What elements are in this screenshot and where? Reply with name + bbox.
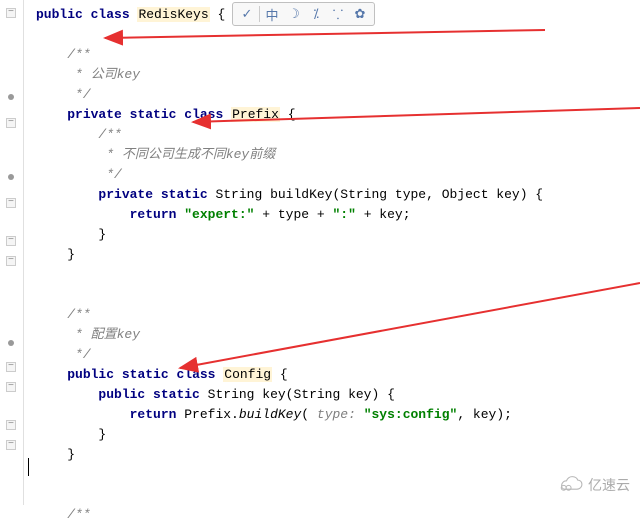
watermark-text: 亿速云 xyxy=(588,475,630,495)
code-line xyxy=(28,25,640,45)
code-line: } xyxy=(28,425,640,445)
fold-marker[interactable]: − xyxy=(4,196,18,210)
code-line: public static String key(String key) { xyxy=(28,385,640,405)
code-line xyxy=(28,465,640,485)
code-line: /** xyxy=(28,305,640,325)
code-line: /** xyxy=(28,45,640,65)
separator xyxy=(259,6,260,22)
code-line: return Prefix.buildKey( type: "sys:confi… xyxy=(28,405,640,425)
editor-toolbar: ✓ 中 ☽ ⁒ ⸪ ✿ xyxy=(232,2,375,26)
fold-marker[interactable]: − xyxy=(4,438,18,452)
code-line: * 公司key xyxy=(28,65,640,85)
fold-marker[interactable] xyxy=(4,336,18,350)
fold-marker[interactable] xyxy=(4,170,18,184)
fold-marker[interactable]: − xyxy=(4,380,18,394)
code-line: * 不同公司生成不同key前缀 xyxy=(28,145,640,165)
fold-marker[interactable]: − xyxy=(4,234,18,248)
code-line: * 配置key xyxy=(28,325,640,345)
code-line: } xyxy=(28,245,640,265)
code-line: } xyxy=(28,225,640,245)
cloud-icon xyxy=(556,476,584,494)
fold-marker[interactable]: − xyxy=(4,418,18,432)
code-line xyxy=(28,285,640,305)
fold-marker[interactable]: − xyxy=(4,6,18,20)
translate-icon[interactable]: 中 xyxy=(262,4,282,24)
fold-marker[interactable]: − xyxy=(4,360,18,374)
code-line: private static class Prefix { xyxy=(28,105,640,125)
code-line: /** xyxy=(28,505,640,525)
code-line xyxy=(28,485,640,505)
text-cursor xyxy=(28,458,36,476)
percent-icon[interactable]: ⁒ xyxy=(306,4,326,24)
people-icon[interactable]: ⸪ xyxy=(328,4,348,24)
code-line: public static class Config { xyxy=(28,365,640,385)
code-line: /** xyxy=(28,125,640,145)
code-line: */ xyxy=(28,85,640,105)
moon-icon[interactable]: ☽ xyxy=(284,4,304,24)
code-line: */ xyxy=(28,165,640,185)
watermark: 亿速云 xyxy=(556,475,630,495)
gutter: − − − − − − − − − xyxy=(0,0,24,505)
code-line: */ xyxy=(28,345,640,365)
gear-icon[interactable]: ✿ xyxy=(350,4,370,24)
check-icon[interactable]: ✓ xyxy=(237,4,257,24)
code-line: return "expert:" + type + ":" + key; xyxy=(28,205,640,225)
fold-marker[interactable]: − xyxy=(4,116,18,130)
code-line: private static String buildKey(String ty… xyxy=(28,185,640,205)
fold-marker[interactable] xyxy=(4,90,18,104)
code-area[interactable]: public class RedisKeys { /** * 公司key */ … xyxy=(28,0,640,505)
fold-marker[interactable]: − xyxy=(4,254,18,268)
code-line: } xyxy=(28,445,640,465)
code-line xyxy=(28,265,640,285)
